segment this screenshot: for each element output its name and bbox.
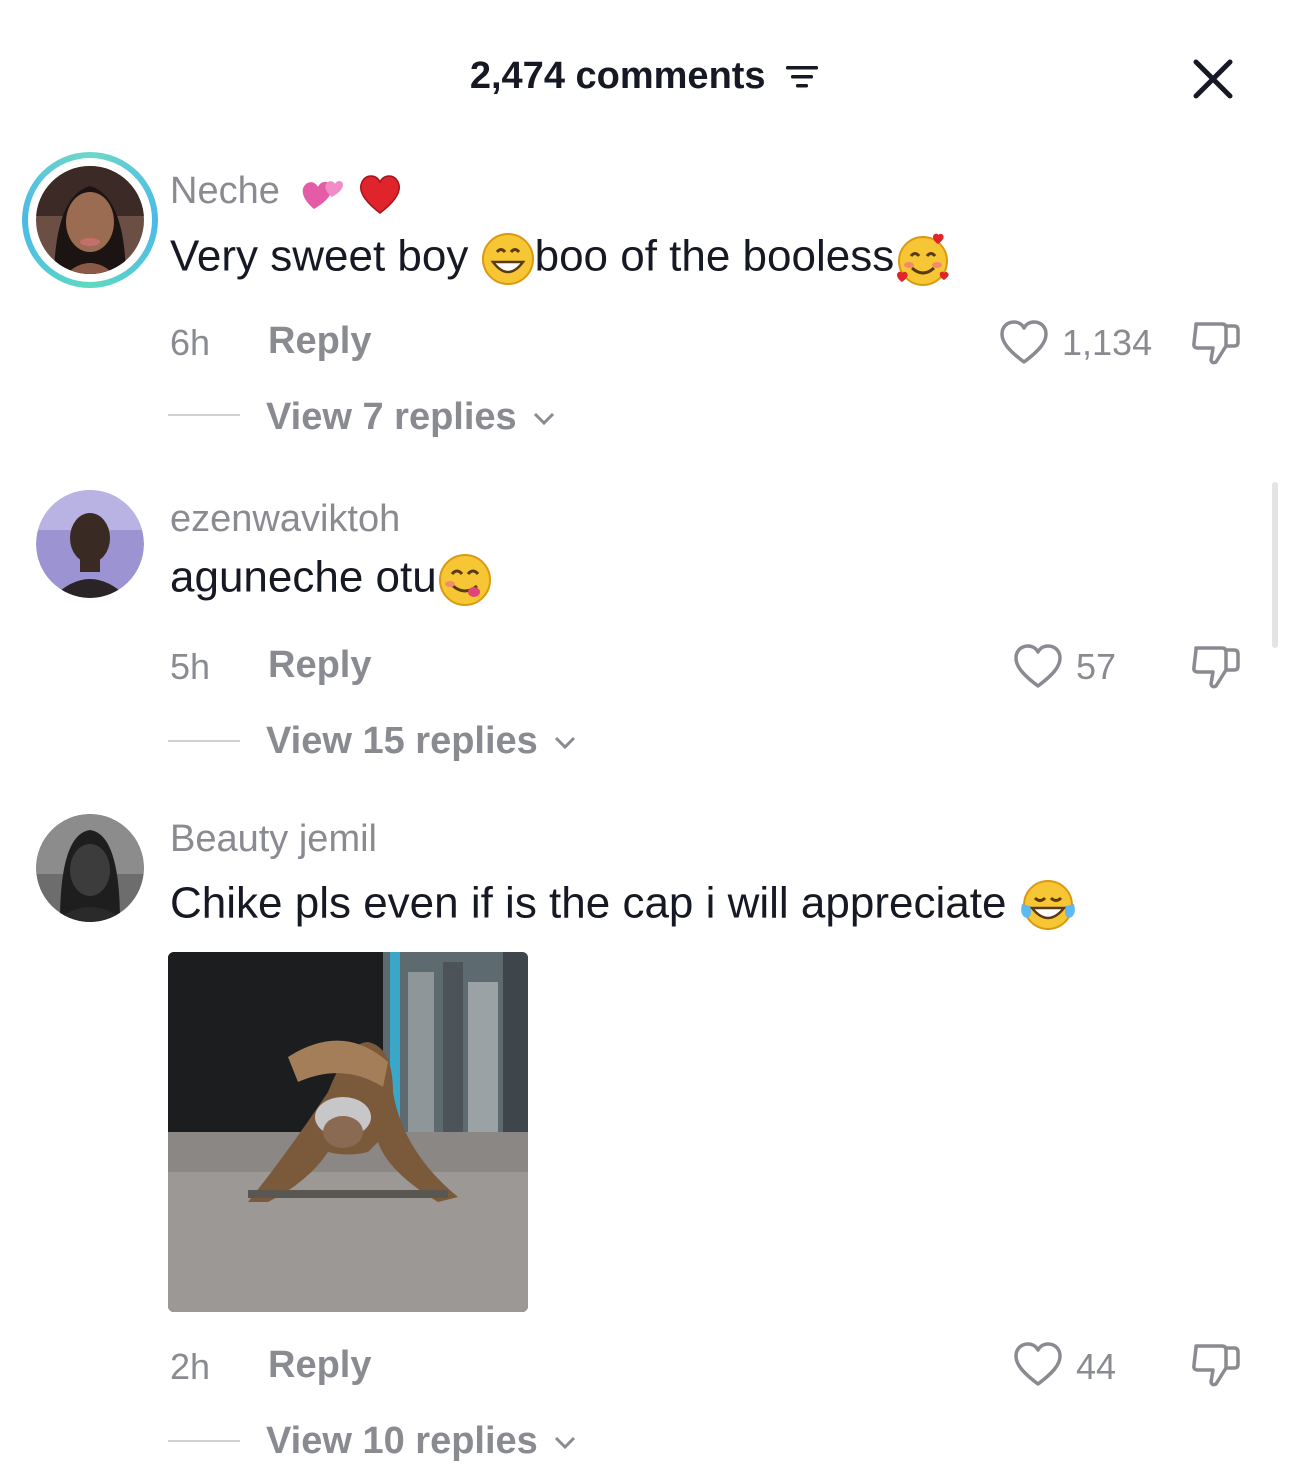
comment-time: 2h: [170, 1346, 211, 1387]
replies-divider: [168, 740, 240, 742]
replies-divider: [168, 414, 240, 416]
comment-time: 6h: [170, 322, 211, 363]
comment-time: 5h: [170, 646, 211, 687]
view-replies-button[interactable]: View 15 replies: [266, 720, 578, 763]
heart-outline-icon[interactable]: [1012, 642, 1064, 692]
comment-text: Very sweet boy boo of the booless: [170, 230, 952, 288]
red-heart-emoji: [359, 175, 400, 214]
thumbs-down-icon[interactable]: [1188, 1340, 1244, 1390]
like-count: 44: [1076, 1346, 1117, 1387]
thumbs-down-icon[interactable]: [1188, 642, 1244, 692]
comment-text: Chike pls even if is the cap i will appr…: [170, 878, 1077, 934]
reply-button[interactable]: Reply: [268, 1344, 371, 1387]
comment-username[interactable]: Beauty jemil: [170, 818, 377, 861]
view-replies-button[interactable]: View 7 replies: [266, 396, 557, 439]
heart-outline-icon[interactable]: [998, 318, 1050, 368]
chevron-down-icon: [555, 736, 576, 750]
replies-divider: [168, 1440, 240, 1442]
avatar-ring[interactable]: [22, 152, 158, 288]
avatar[interactable]: [36, 490, 144, 598]
like-count: 57: [1076, 646, 1117, 687]
thumbs-down-icon[interactable]: [1188, 318, 1244, 368]
sort-lines-icon[interactable]: [784, 62, 820, 92]
reply-button[interactable]: Reply: [268, 320, 371, 363]
like-count: 1,134: [1062, 322, 1153, 363]
comment-item: Neche Very sweet boy boo of the booless: [0, 152, 1290, 442]
comment-item: ezenwaviktoh aguneche otu 5h Reply 57 Vi…: [0, 490, 1290, 770]
close-icon[interactable]: [1188, 54, 1238, 104]
face-savoring-food-emoji: [438, 554, 491, 606]
comment-username[interactable]: Neche: [170, 170, 403, 215]
face-with-tears-of-joy-emoji: [1020, 880, 1075, 930]
two-hearts-emoji: [303, 180, 344, 209]
comment-username[interactable]: ezenwaviktoh: [170, 498, 400, 541]
comments-title: 2,474 comments: [0, 54, 1290, 98]
chevron-down-icon: [534, 412, 555, 426]
avatar[interactable]: [36, 814, 144, 922]
view-replies-button[interactable]: View 10 replies: [266, 1420, 578, 1463]
comment-attached-image[interactable]: [168, 952, 528, 1312]
comment-text: aguneche otu: [170, 552, 493, 608]
comment-count: 2,474 comments: [469, 55, 766, 98]
grinning-face-emoji: [481, 233, 534, 285]
chevron-down-icon: [555, 1436, 576, 1450]
reply-button[interactable]: Reply: [268, 644, 371, 687]
smiling-face-with-hearts-emoji: [897, 233, 949, 286]
comments-header: 2,474 comments: [0, 40, 1290, 112]
avatar[interactable]: [36, 166, 144, 274]
heart-outline-icon[interactable]: [1012, 1340, 1064, 1390]
